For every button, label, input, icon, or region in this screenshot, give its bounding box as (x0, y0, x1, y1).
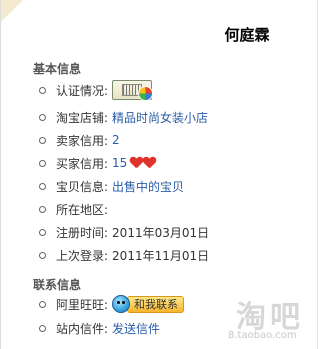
buyer-credit-label: 买家信用: (56, 156, 109, 171)
heart-icon (143, 157, 155, 169)
contact-me-label: 和我联系 (127, 295, 185, 313)
bullet-icon (39, 228, 46, 236)
contact-me-button[interactable]: 和我联系 (112, 295, 185, 313)
corner-decoration (1, 0, 23, 22)
bullet-icon (39, 113, 46, 121)
bullet-icon (39, 251, 46, 259)
basic-info-title: 基本信息 (33, 62, 82, 76)
message-label: 站内信件: (56, 321, 109, 336)
shop-link[interactable]: 精品时尚女装小店 (112, 109, 208, 126)
wangwang-icon (112, 295, 131, 313)
bullet-icon (39, 136, 46, 144)
items-on-sale-link[interactable]: 出售中的宝贝 (112, 178, 184, 195)
items-label: 宝贝信息: (56, 179, 109, 194)
certification-label: 认证情况: (56, 83, 109, 98)
row-location: 所在地区: (39, 199, 112, 219)
last-login-label: 上次登录: (56, 248, 109, 263)
bullet-icon (39, 182, 46, 190)
row-last-login: 上次登录: 2011年11月01日 (39, 245, 209, 265)
shop-label: 淘宝店铺: (56, 110, 109, 125)
row-registered: 注册时间: 2011年03月01日 (39, 222, 209, 242)
watermark-url: 8.taobao.com (228, 330, 297, 341)
contact-info-title: 联系信息 (33, 278, 82, 292)
verified-ball-icon (138, 86, 154, 101)
wangwang-label: 阿里旺旺: (56, 297, 109, 312)
row-wangwang: 阿里旺旺: 和我联系 (39, 294, 185, 314)
heart-icon (130, 157, 142, 169)
seller-credit-label: 卖家信用: (56, 133, 109, 148)
row-buyer-credit: 买家信用: 15 (39, 153, 156, 173)
profile-name: 何庭霖 (224, 26, 270, 44)
credit-hearts[interactable] (130, 157, 156, 169)
row-shop: 淘宝店铺: 精品时尚女装小店 (39, 107, 208, 127)
row-message: 站内信件: 发送信件 (39, 318, 160, 338)
row-seller-credit: 卖家信用: 2 (39, 130, 120, 150)
bullet-icon (39, 159, 46, 167)
row-certification: 认证情况: (39, 80, 154, 101)
seller-credit-link[interactable]: 2 (112, 133, 120, 147)
registered-value: 2011年03月01日 (112, 225, 210, 240)
bullet-icon (39, 300, 46, 308)
registered-label: 注册时间: (56, 225, 109, 240)
bullet-icon (39, 205, 46, 213)
bullet-icon (39, 324, 46, 332)
certification-badge-icon[interactable] (112, 80, 154, 101)
location-label: 所在地区: (56, 202, 109, 217)
send-message-link[interactable]: 发送信件 (112, 320, 160, 337)
row-items: 宝贝信息: 出售中的宝贝 (39, 176, 184, 196)
taoba-watermark: 淘吧 8.taobao.com (216, 292, 316, 347)
last-login-value: 2011年11月01日 (112, 248, 210, 263)
profile-card: 何庭霖 基本信息 认证情况: 淘宝店铺: 精品时尚女装小店 卖家信用: 2 买家… (0, 0, 318, 349)
buyer-credit-link[interactable]: 15 (112, 156, 127, 170)
bullet-icon (39, 86, 46, 94)
